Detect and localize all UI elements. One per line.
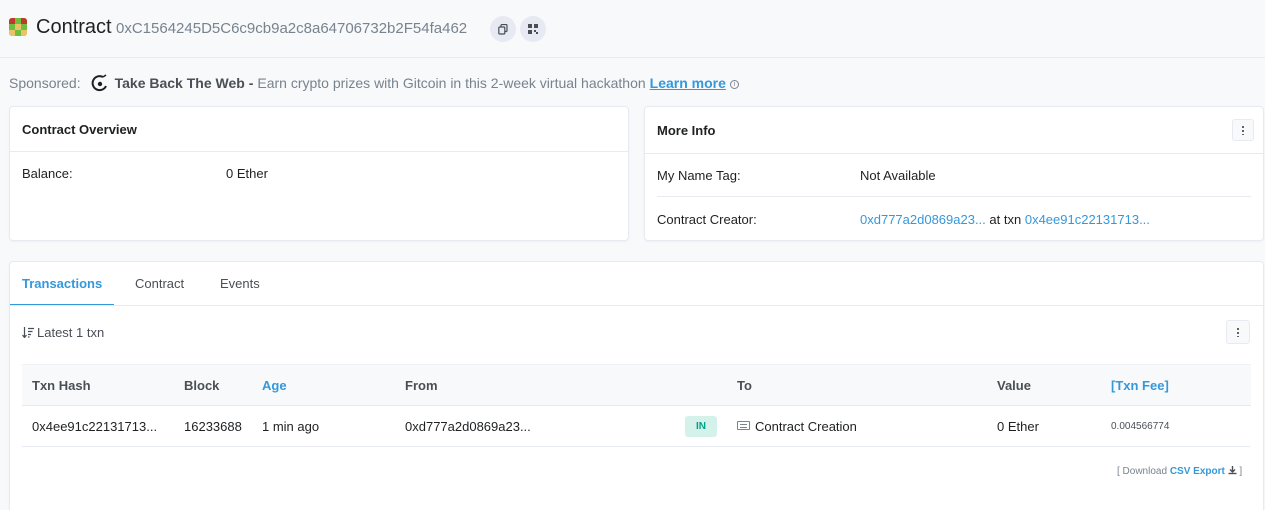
col-txn-hash: Txn Hash [32, 378, 91, 393]
contract-creator-label: Contract Creator: [657, 212, 757, 227]
csv-export-link[interactable]: CSV Export [1170, 466, 1225, 477]
gitcoin-logo-icon [91, 74, 107, 92]
contract-address[interactable]: 0xC1564245D5C6c9cb9a2c8a64706732b2F54fa4… [116, 20, 467, 37]
transactions-card: Transactions Contract Events Latest 1 tx… [9, 261, 1264, 510]
contract-blockie-icon [9, 18, 27, 36]
divider [657, 196, 1251, 197]
contract-overview-title: Contract Overview [22, 122, 137, 137]
transactions-menu-button[interactable] [1226, 320, 1250, 344]
to-value: Contract Creation [755, 419, 857, 434]
contract-overview-card: Contract Overview Balance: 0 Ether [9, 106, 629, 241]
direction-badge: IN [685, 416, 717, 437]
more-info-menu-button[interactable] [1232, 119, 1254, 141]
balance-label: Balance: [22, 166, 73, 181]
copy-icon [498, 23, 508, 35]
creator-txn-link[interactable]: 0x4ee91c22131713... [1025, 212, 1150, 227]
value-amount: 0 Ether [997, 419, 1039, 434]
more-info-title: More Info [657, 123, 716, 138]
tab-events[interactable]: Events [220, 276, 260, 291]
table-header: Txn Hash Block Age From To Value [Txn Fe… [22, 364, 1251, 406]
qr-code-button[interactable] [520, 16, 546, 42]
col-to: To [737, 378, 752, 393]
txn-hash-link[interactable]: 0x4ee91c22131713... [32, 419, 157, 434]
divider [10, 305, 1263, 306]
tab-contract[interactable]: Contract [135, 276, 184, 291]
info-icon[interactable]: i [729, 80, 739, 89]
txn-summary: Latest 1 txn [22, 325, 104, 340]
contract-file-icon [737, 421, 750, 430]
col-txn-fee[interactable]: [Txn Fee] [1111, 378, 1169, 393]
more-info-card: More Info My Name Tag: Not Available Con… [644, 106, 1264, 241]
divider [10, 151, 628, 152]
txn-count: Latest 1 txn [37, 325, 105, 340]
at-txn-label: at txn [989, 212, 1022, 227]
col-from: From [405, 378, 438, 393]
txn-fee-value: 0.004566774 [1111, 421, 1170, 432]
page-title: Contract [36, 16, 112, 38]
sort-amount-down-icon [22, 327, 34, 339]
download-suffix: ] [1239, 466, 1243, 477]
more-vertical-icon [1237, 327, 1239, 337]
sponsored-banner: Sponsored: Take Back The Web - Earn cryp… [9, 74, 739, 92]
download-icon[interactable] [1228, 466, 1237, 475]
copy-address-button[interactable] [490, 16, 516, 42]
page-header: Contract 0xC1564245D5C6c9cb9a2c8a6470673… [0, 0, 1265, 58]
name-tag-label: My Name Tag: [657, 168, 741, 183]
name-tag-value: Not Available [860, 168, 936, 183]
from-address-link[interactable]: 0xd777a2d0869a23... [405, 419, 531, 434]
block-link[interactable]: 16233688 [184, 419, 242, 434]
divider [22, 446, 1250, 447]
tab-transactions[interactable]: Transactions [22, 276, 102, 291]
more-vertical-icon [1242, 125, 1244, 135]
sponsor-text: Earn crypto prizes with Gitcoin in this … [257, 75, 646, 91]
sponsored-label: Sponsored: [9, 75, 81, 91]
qr-code-icon [528, 24, 538, 34]
download-prefix: [ Download [1117, 466, 1168, 477]
creator-address-link[interactable]: 0xd777a2d0869a23... [860, 212, 986, 227]
sponsor-brand: Take Back The Web - [114, 75, 254, 91]
balance-value: 0 Ether [226, 166, 268, 181]
col-age[interactable]: Age [262, 378, 287, 393]
csv-download: [ Download CSV Export ] [1117, 466, 1242, 477]
learn-more-link[interactable]: Learn more [650, 75, 726, 91]
to-contract-creation: Contract Creation [737, 419, 857, 434]
divider [645, 153, 1263, 154]
age-value: 1 min ago [262, 419, 320, 434]
col-block: Block [184, 378, 220, 393]
col-value: Value [997, 378, 1031, 393]
